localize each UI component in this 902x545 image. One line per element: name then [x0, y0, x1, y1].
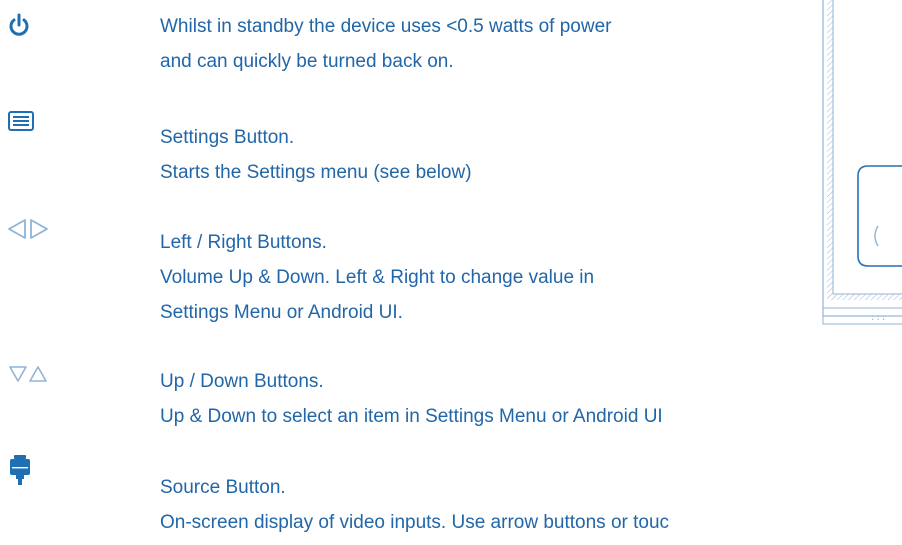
- left-right-line-3: Settings Menu or Android UI.: [160, 302, 403, 323]
- source-description: Source Button. On-screen display of vide…: [160, 470, 669, 540]
- source-icon: [10, 455, 30, 485]
- left-right-description: Left / Right Buttons. Volume Up & Down. …: [160, 225, 594, 330]
- power-line-1: Whilst in standby the device uses <0.5 w…: [160, 16, 612, 37]
- left-right-arrows-icon: [8, 219, 48, 239]
- device-illustration: :::: [822, 0, 902, 325]
- settings-menu-icon: [8, 111, 34, 131]
- up-down-description: Up / Down Buttons. Up & Down to select a…: [160, 364, 663, 434]
- power-icon: [9, 13, 29, 36]
- settings-line-2: Starts the Settings menu (see below): [160, 162, 472, 183]
- manual-page: Whilst in standby the device uses <0.5 w…: [0, 0, 902, 545]
- source-line-2: On-screen display of video inputs. Use a…: [160, 512, 670, 533]
- down-up-arrows-icon: [9, 366, 47, 382]
- up-down-line-2: Up & Down to select an item in Settings …: [160, 406, 663, 427]
- left-right-line-2: Volume Up & Down. Left & Right to change…: [160, 267, 595, 288]
- settings-line-1: Settings Button.: [160, 127, 295, 148]
- left-right-line-1: Left / Right Buttons.: [160, 232, 327, 253]
- svg-text::::: :::: [870, 313, 886, 323]
- settings-description: Settings Button. Starts the Settings men…: [160, 120, 472, 190]
- power-line-2: and can quickly be turned back on.: [160, 51, 454, 72]
- power-description: Whilst in standby the device uses <0.5 w…: [160, 9, 611, 79]
- source-line-1: Source Button.: [160, 477, 286, 498]
- up-down-line-1: Up / Down Buttons.: [160, 371, 324, 392]
